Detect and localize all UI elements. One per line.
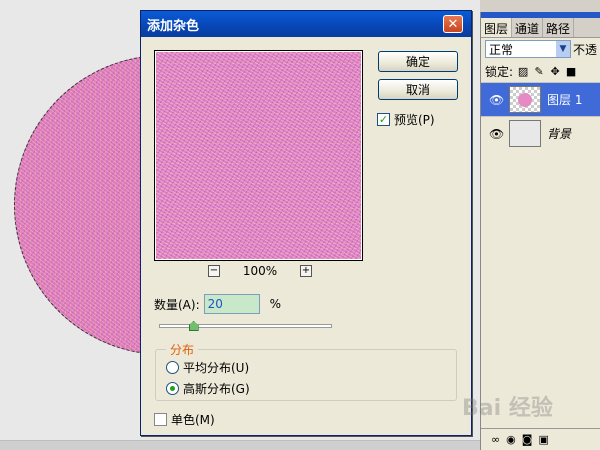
monochrome-checkbox[interactable]: [154, 413, 167, 426]
layers-panel: 图层 通道 路径 正常 ▼ 不透 锁定: ▨ ✎ ✥ ■ 👁 图层 1 👁 背景…: [480, 12, 600, 450]
layer-row-1[interactable]: 👁 图层 1: [481, 82, 600, 116]
preview-checkbox[interactable]: ✓: [377, 113, 390, 126]
amount-input[interactable]: [203, 294, 260, 314]
lock-row: 锁定: ▨ ✎ ✥ ■: [481, 60, 600, 82]
thumbnail-circle: [518, 92, 532, 107]
canvas-status-strip: [0, 440, 480, 450]
gaussian-option[interactable]: 高斯分布(G): [166, 380, 250, 397]
cancel-button[interactable]: 取消: [378, 79, 458, 100]
gaussian-radio[interactable]: [166, 382, 179, 395]
zoom-level: 100%: [242, 264, 278, 278]
amount-row: 数量(A): %: [154, 294, 281, 314]
opacity-label: 不透: [573, 42, 598, 57]
layer-thumbnail: [509, 120, 541, 147]
blend-mode-value: 正常: [489, 42, 514, 57]
panel-bottom-toolbar: ∞ ◉ ◙ ▣: [481, 428, 600, 450]
mask-icon[interactable]: ◙: [522, 433, 533, 446]
distribution-legend: 分布: [166, 341, 199, 358]
radio-selected-dot: [170, 386, 175, 391]
blend-mode-select[interactable]: 正常 ▼: [485, 40, 571, 58]
tab-layers[interactable]: 图层: [481, 18, 513, 37]
uniform-label: 平均分布(U): [183, 361, 250, 375]
zoom-out-button[interactable]: −: [208, 265, 220, 277]
chevron-down-icon[interactable]: ▼: [556, 41, 570, 57]
lock-label: 锁定:: [485, 64, 514, 79]
gaussian-label: 高斯分布(G): [183, 382, 250, 396]
amount-slider-thumb[interactable]: [188, 321, 199, 331]
amount-label: 数量(A):: [154, 297, 200, 312]
tab-paths[interactable]: 路径: [543, 18, 575, 37]
monochrome-checkbox-row[interactable]: 单色(M): [154, 411, 215, 428]
layer-row-background[interactable]: 👁 背景: [481, 116, 600, 150]
lock-move-icon[interactable]: ✥: [549, 65, 561, 78]
layer-name: 背景: [547, 127, 572, 141]
uniform-option[interactable]: 平均分布(U): [166, 359, 249, 376]
lock-all-icon[interactable]: ■: [565, 65, 577, 78]
amount-unit: %: [269, 297, 282, 311]
lock-transparency-icon[interactable]: ▨: [517, 65, 529, 78]
new-layer-icon[interactable]: ▣: [538, 433, 548, 446]
tab-channels[interactable]: 通道: [512, 18, 544, 37]
panel-tabs: 图层 通道 路径: [481, 18, 600, 38]
preview-checkbox-row[interactable]: ✓ 预览(P): [377, 111, 435, 128]
eye-icon[interactable]: 👁: [489, 93, 504, 107]
amount-slider-track[interactable]: [159, 324, 332, 328]
dialog-title: 添加杂色: [147, 18, 200, 34]
zoom-controls: − 100% +: [208, 264, 312, 278]
monochrome-label: 单色(M): [171, 413, 215, 427]
distribution-group: 分布 平均分布(U) 高斯分布(G): [155, 341, 457, 401]
layer-name: 图层 1: [547, 93, 583, 107]
preview-label: 预览(P): [394, 113, 435, 127]
dialog-titlebar[interactable]: 添加杂色 ✕: [141, 11, 471, 37]
fx-icon[interactable]: ◉: [506, 433, 516, 446]
lock-brush-icon[interactable]: ✎: [533, 65, 545, 78]
preview-noise-image: [156, 52, 361, 259]
zoom-in-button[interactable]: +: [300, 265, 312, 277]
uniform-radio[interactable]: [166, 361, 179, 374]
add-noise-dialog: 添加杂色 ✕ 确定 取消 ✓ 预览(P) − 100% + 数量(A): % 分…: [140, 10, 472, 436]
preview-window[interactable]: [154, 50, 363, 261]
link-icon[interactable]: ∞: [491, 433, 500, 446]
layer-thumbnail: [509, 86, 541, 113]
blend-row: 正常 ▼ 不透: [481, 38, 600, 60]
ok-button[interactable]: 确定: [378, 51, 458, 72]
eye-icon[interactable]: 👁: [489, 127, 504, 141]
close-icon[interactable]: ✕: [443, 15, 463, 33]
